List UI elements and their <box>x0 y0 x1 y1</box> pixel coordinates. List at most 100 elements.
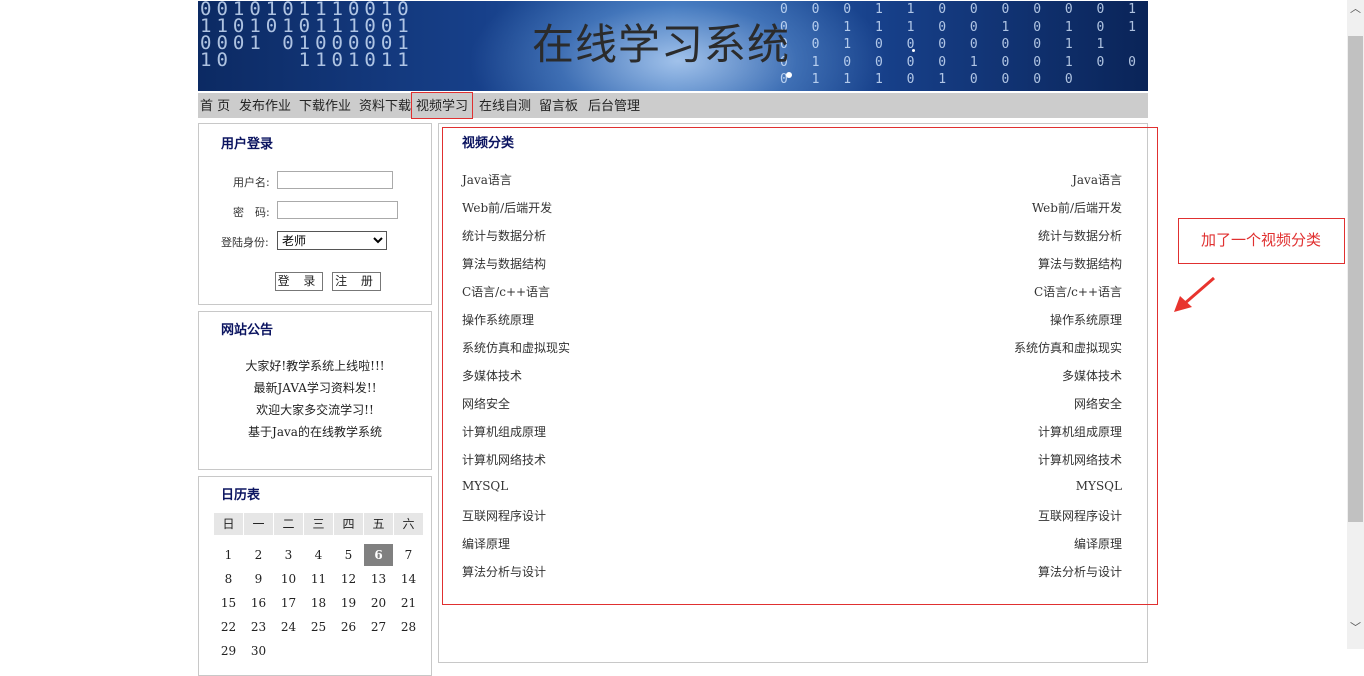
calendar-day[interactable]: 10 <box>274 568 303 590</box>
calendar-day[interactable]: 28 <box>394 616 423 638</box>
video-category-link[interactable]: MYSQL <box>1076 479 1122 493</box>
username-input[interactable] <box>277 171 393 189</box>
video-category-link[interactable]: Web前/后端开发 <box>1032 199 1122 216</box>
video-category-link[interactable]: 编译原理 <box>462 535 510 552</box>
username-label: 用户名: <box>233 176 270 189</box>
calendar-day[interactable]: 30 <box>244 640 273 662</box>
nav-home[interactable]: 首 页 <box>200 93 230 118</box>
video-category-link[interactable]: 网络安全 <box>1074 395 1122 412</box>
calendar-day[interactable]: 5 <box>334 544 363 566</box>
video-category-link[interactable]: 算法分析与设计 <box>1038 563 1122 580</box>
banner-light-dot <box>912 49 915 52</box>
calendar-day[interactable]: 14 <box>394 568 423 590</box>
calendar-day[interactable]: 20 <box>364 592 393 614</box>
video-category-link[interactable]: 算法与数据结构 <box>462 255 546 272</box>
nav-download-homework[interactable]: 下载作业 <box>299 93 351 118</box>
site-banner: 0010101110010 1101010111001 0001 0100000… <box>198 1 1148 91</box>
login-button[interactable]: 登 录 <box>275 272 323 291</box>
calendar-weekday: 四 <box>334 513 363 535</box>
calendar-panel: 日历表 日一二三四五六 1 2 3 4 5 6 7 8 9 10 11 12 13 14 15 16 17 18 19… <box>198 476 432 676</box>
calendar-day[interactable]: 11 <box>304 568 333 590</box>
calendar-day[interactable]: 4 <box>304 544 333 566</box>
calendar-weekday: 五 <box>364 513 393 535</box>
calendar-day[interactable]: 18 <box>304 592 333 614</box>
banner-binary-right: 0 0 0 1 1 0 0 0 0 0 0 1 0 0 1 1 1 0 0 1 … <box>779 2 1144 87</box>
video-category-link[interactable]: 操作系统原理 <box>462 311 534 328</box>
video-category-link[interactable]: 计算机组成原理 <box>1038 423 1122 440</box>
calendar-weekday: 一 <box>244 513 273 535</box>
video-category-link[interactable]: 互联网程序设计 <box>462 507 546 524</box>
video-category-link[interactable]: 网络安全 <box>462 395 510 412</box>
video-category-link[interactable]: 互联网程序设计 <box>1038 507 1122 524</box>
banner-light-dot <box>786 72 792 78</box>
video-category-link[interactable]: MYSQL <box>462 479 508 493</box>
nav-video-learning[interactable]: 视频学习 <box>411 92 473 119</box>
nav-download-materials[interactable]: 资料下载 <box>359 93 411 118</box>
scroll-up-icon[interactable]: ︿ <box>1347 0 1364 17</box>
calendar-day[interactable]: 3 <box>274 544 303 566</box>
video-category-link[interactable]: C语言/c++语言 <box>462 283 550 300</box>
calendar-weekday: 三 <box>304 513 333 535</box>
video-category-link[interactable]: 算法与数据结构 <box>1038 255 1122 272</box>
calendar-weekday: 二 <box>274 513 303 535</box>
banner-binary-left: 0010101110010 1101010111001 0001 0100000… <box>200 1 414 71</box>
video-category-link[interactable]: 统计与数据分析 <box>462 227 546 244</box>
nav-self-test[interactable]: 在线自测 <box>479 93 531 118</box>
scroll-thumb[interactable] <box>1348 36 1363 522</box>
main-nav: 首 页 发布作业 下载作业 资料下载 视频学习 在线自测 留言板 后台管理 <box>198 92 1148 119</box>
notice-title: 网站公告 <box>221 323 274 338</box>
role-select[interactable]: 老师 <box>277 231 387 250</box>
calendar-day[interactable]: 26 <box>334 616 363 638</box>
video-category-link[interactable]: 系统仿真和虚拟现实 <box>1014 339 1122 356</box>
calendar-title: 日历表 <box>221 488 261 503</box>
video-category-link[interactable]: Web前/后端开发 <box>462 199 552 216</box>
page-scrollbar[interactable]: ︿ ﹀ <box>1347 0 1364 649</box>
calendar-day[interactable]: 22 <box>214 616 243 638</box>
calendar-day[interactable]: 27 <box>364 616 393 638</box>
calendar-day[interactable]: 6 <box>364 544 393 566</box>
calendar-day[interactable]: 23 <box>244 616 273 638</box>
nav-admin[interactable]: 后台管理 <box>588 93 640 118</box>
calendar-day[interactable]: 24 <box>274 616 303 638</box>
video-category-link[interactable]: 算法分析与设计 <box>462 563 546 580</box>
video-category-link[interactable]: C语言/c++语言 <box>1034 283 1122 300</box>
annotation-note: 加了一个视频分类 <box>1178 218 1345 264</box>
notice-line: 基于Java的在线教学系统 <box>248 425 382 439</box>
calendar-day[interactable]: 29 <box>214 640 243 662</box>
calendar-day[interactable]: 19 <box>334 592 363 614</box>
scroll-down-icon[interactable]: ﹀ <box>1347 619 1364 636</box>
calendar-weekday: 日 <box>214 513 243 535</box>
calendar-day[interactable]: 16 <box>244 592 273 614</box>
password-label: 密 码: <box>233 206 270 219</box>
video-category-link[interactable]: 多媒体技术 <box>462 367 522 384</box>
video-category-link[interactable]: 统计与数据分析 <box>1038 227 1122 244</box>
calendar-day[interactable]: 7 <box>394 544 423 566</box>
video-category-link[interactable]: Java语言 <box>462 171 512 188</box>
calendar-day[interactable]: 15 <box>214 592 243 614</box>
calendar-day[interactable]: 17 <box>274 592 303 614</box>
calendar-day[interactable]: 1 <box>214 544 243 566</box>
password-input[interactable] <box>277 201 398 219</box>
annotation-arrow-icon <box>1174 276 1215 312</box>
register-button[interactable]: 注 册 <box>332 272 381 291</box>
video-category-panel: 视频分类 Java语言 Java语言 Web前/后端开发 Web前/后端开发 统计与数据… <box>442 127 1158 605</box>
video-category-link[interactable]: Java语言 <box>1072 171 1122 188</box>
login-panel: 用户登录 用户名: 密 码: 登陆身份: 老师 登 录 注 册 <box>198 123 432 305</box>
calendar-day[interactable]: 2 <box>244 544 273 566</box>
video-category-link[interactable]: 计算机网络技术 <box>462 451 546 468</box>
video-category-link[interactable]: 计算机网络技术 <box>1038 451 1122 468</box>
calendar-day[interactable]: 9 <box>244 568 273 590</box>
video-category-link[interactable]: 系统仿真和虚拟现实 <box>462 339 570 356</box>
video-category-link[interactable]: 编译原理 <box>1074 535 1122 552</box>
calendar-day[interactable]: 13 <box>364 568 393 590</box>
nav-publish-homework[interactable]: 发布作业 <box>239 93 291 118</box>
video-category-link[interactable]: 多媒体技术 <box>1062 367 1122 384</box>
nav-message-board[interactable]: 留言板 <box>539 93 578 118</box>
notice-panel: 网站公告 大家好!教学系统上线啦!!! 最新JAVA学习资料发!! 欢迎大家多交… <box>198 311 432 470</box>
calendar-day[interactable]: 12 <box>334 568 363 590</box>
calendar-day[interactable]: 21 <box>394 592 423 614</box>
calendar-day[interactable]: 8 <box>214 568 243 590</box>
video-category-link[interactable]: 计算机组成原理 <box>462 423 546 440</box>
calendar-day[interactable]: 25 <box>304 616 333 638</box>
video-category-link[interactable]: 操作系统原理 <box>1050 311 1122 328</box>
